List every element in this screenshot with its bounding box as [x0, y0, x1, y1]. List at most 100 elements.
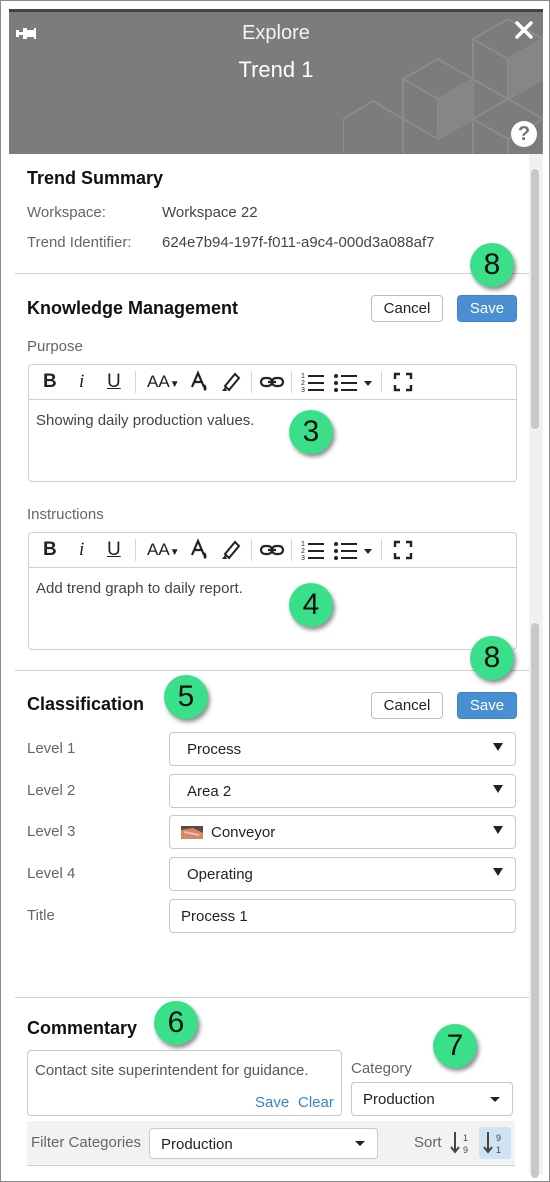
svg-text:3: 3 — [301, 387, 305, 394]
classification-cancel-button[interactable]: Cancel — [371, 692, 443, 719]
svg-text:9: 9 — [496, 1133, 501, 1143]
underline-button[interactable]: U — [107, 370, 121, 394]
level3-select[interactable]: Conveyor — [169, 815, 516, 849]
link-icon[interactable] — [259, 370, 285, 394]
svg-text:2: 2 — [301, 548, 305, 555]
trend-identifier-value: 624e7b94-197f-f011-a9c4-000d3a088af7 — [162, 234, 435, 251]
underline-button[interactable]: U — [107, 538, 121, 562]
fullscreen-icon[interactable] — [393, 538, 413, 562]
category-value: Production — [363, 1091, 435, 1108]
filter-categories-label: Filter Categories — [31, 1134, 142, 1151]
divider — [15, 670, 529, 671]
divider — [15, 997, 529, 998]
knowledge-cancel-button[interactable]: Cancel — [371, 295, 443, 322]
sort-label: Sort — [414, 1134, 442, 1151]
link-icon[interactable] — [259, 538, 285, 562]
callout-badge-6: 6 — [154, 1001, 198, 1045]
knowledge-save-button[interactable]: Save — [457, 295, 517, 322]
font-size-label: AA — [147, 372, 170, 391]
svg-text:1: 1 — [301, 541, 305, 548]
italic-button[interactable]: i — [79, 370, 84, 394]
bold-button[interactable]: B — [43, 538, 57, 562]
divider — [15, 273, 529, 274]
toolbar-separator — [381, 539, 382, 561]
trend-name: Trend 1 — [238, 57, 314, 82]
comment-save-link[interactable]: Save — [255, 1094, 289, 1111]
filter-categories-value: Production — [161, 1136, 233, 1153]
bold-button[interactable]: B — [43, 370, 57, 394]
classification-title: Classification — [27, 694, 145, 714]
instructions-text[interactable]: Add trend graph to daily report. — [36, 580, 243, 597]
callout-badge-5: 5 — [164, 675, 208, 719]
purpose-text[interactable]: Showing daily production values. — [36, 412, 254, 429]
font-size-button[interactable]: AA▼ — [147, 370, 180, 394]
chevron-down-icon — [493, 743, 503, 751]
classification-save-button[interactable]: Save — [457, 692, 517, 719]
comment-text[interactable]: Contact site superintendent for guidance… — [35, 1062, 309, 1079]
workspace-label: Workspace: — [27, 204, 106, 221]
scrollbar-thumb[interactable] — [531, 623, 539, 1178]
knowledge-management-title: Knowledge Management — [27, 298, 239, 318]
toolbar-separator — [251, 539, 252, 561]
level1-label: Level 1 — [27, 740, 76, 757]
callout-badge-7: 7 — [433, 1024, 477, 1068]
font-size-button[interactable]: AA▼ — [147, 538, 180, 562]
filter-categories-select[interactable]: Production — [149, 1128, 378, 1159]
help-icon[interactable]: ? — [511, 121, 537, 147]
category-label: Category — [351, 1060, 412, 1077]
bullet-list-icon[interactable] — [333, 538, 375, 562]
level1-select[interactable]: Process — [169, 732, 516, 766]
panel-title: Explore — [242, 22, 310, 44]
toolbar-separator — [135, 539, 136, 561]
scrollbar-thumb-upper[interactable] — [531, 169, 539, 429]
category-select[interactable]: Production — [351, 1082, 513, 1116]
chevron-down-icon — [493, 868, 503, 876]
italic-button[interactable]: i — [79, 538, 84, 562]
conveyor-icon — [181, 826, 203, 839]
level2-label: Level 2 — [27, 782, 76, 799]
title-input[interactable]: Process 1 — [169, 899, 516, 933]
text-color-icon[interactable] — [189, 538, 211, 562]
level4-value: Operating — [187, 866, 253, 883]
panel-content: Trend Summary Workspace: Workspace 22 Tr… — [9, 154, 529, 1174]
toolbar-separator — [291, 371, 292, 393]
level3-value: Conveyor — [211, 824, 276, 841]
level2-value: Area 2 — [187, 783, 232, 800]
instructions-label: Instructions — [27, 506, 104, 523]
level2-select[interactable]: Area 2 — [169, 774, 516, 808]
explore-panel: Explore Trend 1 ? Trend Summary Workspac… — [0, 0, 550, 1182]
numbered-list-icon[interactable]: 123 — [301, 370, 325, 394]
level3-label: Level 3 — [27, 823, 76, 840]
title-value: Process 1 — [181, 908, 248, 925]
text-color-icon[interactable] — [189, 370, 211, 394]
instructions-editor[interactable]: B i U AA▼ 123 Add trend graph to daily r… — [28, 532, 517, 650]
callout-badge-3: 3 — [289, 410, 333, 454]
font-size-label: AA — [147, 540, 170, 559]
chevron-down-icon — [493, 826, 503, 834]
trend-identifier-label: Trend Identifier: — [27, 234, 132, 251]
purpose-toolbar: B i U AA▼ 123 — [29, 365, 516, 400]
trend-summary-title: Trend Summary — [27, 168, 164, 188]
sort-descending-button[interactable]: 9 1 — [479, 1127, 511, 1159]
callout-badge-4: 4 — [289, 583, 333, 627]
purpose-label: Purpose — [27, 338, 83, 355]
close-icon[interactable] — [513, 19, 535, 41]
level4-select[interactable]: Operating — [169, 857, 516, 891]
callout-badge-8: 8 — [470, 636, 514, 680]
comment-textarea[interactable]: Contact site superintendent for guidance… — [27, 1050, 342, 1116]
purpose-editor[interactable]: B i U AA▼ 123 Showing daily production v… — [28, 364, 517, 482]
callout-badge-8: 8 — [470, 243, 514, 287]
svg-text:1: 1 — [301, 373, 305, 380]
numbered-list-icon[interactable]: 123 — [301, 538, 325, 562]
sort-ascending-icon[interactable]: 1 9 — [449, 1129, 475, 1157]
chevron-down-icon — [490, 1097, 500, 1102]
highlighter-icon[interactable] — [219, 538, 243, 562]
instructions-toolbar: B i U AA▼ 123 — [29, 533, 516, 568]
comment-clear-link[interactable]: Clear — [298, 1094, 334, 1111]
bullet-list-icon[interactable] — [333, 370, 375, 394]
title-label: Title — [27, 907, 55, 924]
fullscreen-icon[interactable] — [393, 370, 413, 394]
sort-descending-icon: 9 1 — [483, 1132, 501, 1155]
highlighter-icon[interactable] — [219, 370, 243, 394]
svg-text:9: 9 — [463, 1145, 468, 1155]
